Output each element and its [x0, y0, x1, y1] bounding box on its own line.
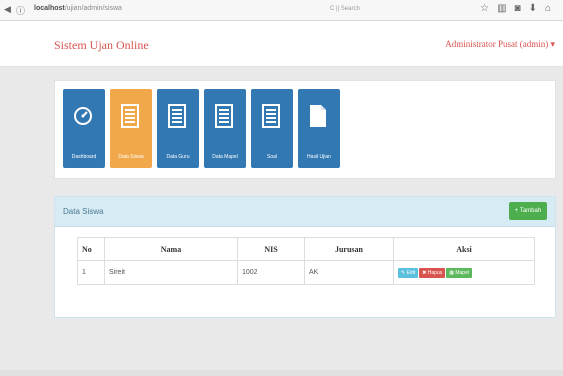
file-icon	[310, 105, 326, 127]
bookmark-star-icon[interactable]: ☆	[480, 3, 497, 14]
gauge-icon	[74, 107, 92, 125]
tile-dashboard[interactable]: Dashboard	[63, 89, 105, 168]
cell-nis: 1002	[237, 260, 305, 285]
panel-heading: Data Siswa + Tambah	[55, 197, 555, 227]
search-placeholder: Search	[340, 6, 360, 12]
list-icon	[215, 104, 233, 128]
browser-search-input[interactable]: C || Search	[330, 4, 450, 15]
app-title[interactable]: Sistem Ujan Online	[54, 38, 149, 53]
siswa-table: No Nama NIS Jurusan Aksi 1 Sireit 1002 A…	[77, 237, 535, 285]
browser-toolbar: ◀ ⓘ localhost/ujian/admin/siswa C || Sea…	[0, 0, 563, 21]
list-icon	[262, 104, 280, 128]
tile-label: Dashboard	[71, 154, 97, 160]
reload-search-prefix: C ||	[330, 6, 340, 12]
url-host: localhost	[34, 5, 65, 12]
download-icon[interactable]: ⬇	[529, 3, 545, 14]
panel-title: Data Siswa	[63, 207, 104, 216]
address-bar[interactable]: localhost/ujian/admin/siswa	[34, 5, 122, 12]
site-info-icon[interactable]: ⓘ	[16, 4, 25, 17]
column-header-nama: Nama	[104, 237, 238, 261]
tile-label: Soal	[266, 154, 277, 160]
tile-label: Hasil Ujian	[307, 154, 331, 160]
tile-data-mapel[interactable]: Data Mapel	[204, 89, 246, 168]
library-icon[interactable]: ▥	[497, 3, 514, 14]
pocket-icon[interactable]: ◙	[515, 3, 529, 14]
back-icon[interactable]: ◀	[4, 4, 11, 15]
cell-jurusan: AK	[304, 260, 394, 285]
column-header-aksi: Aksi	[393, 237, 535, 261]
page-footer	[0, 370, 563, 376]
tile-hasil-ujian[interactable]: Hasil Ujian	[298, 89, 340, 168]
tile-label: Data Mapel	[212, 154, 238, 160]
tile-data-guru[interactable]: Data Guru	[157, 89, 199, 168]
url-path: /ujian/admin/siswa	[64, 5, 122, 12]
data-siswa-panel: Data Siswa + Tambah No Nama NIS Jurusan …	[54, 196, 556, 318]
column-header-no: No	[77, 237, 105, 261]
delete-button[interactable]: ✖ Hapus	[419, 267, 446, 278]
edit-button[interactable]: ✎ Edit	[398, 267, 419, 278]
cell-aksi: ✎ Edit ✖ Hapus ▦ Mapel	[393, 260, 535, 285]
table-header-row: No Nama NIS Jurusan Aksi	[77, 237, 535, 261]
list-icon	[121, 104, 139, 128]
column-header-nis: NIS	[237, 237, 305, 261]
tile-soal[interactable]: Soal	[251, 89, 293, 168]
cell-nama: Sireit	[104, 260, 238, 285]
user-menu[interactable]: Administrator Pusat (admin) ▾	[445, 39, 555, 50]
tile-label: Data Guru	[166, 154, 190, 160]
tile-label: Data Siswa	[118, 154, 144, 160]
browser-toolbar-icons: ☆▥◙⬇⌂	[480, 3, 559, 14]
cell-no: 1	[77, 260, 105, 285]
column-header-jurusan: Jurusan	[304, 237, 394, 261]
mapel-button[interactable]: ▦ Mapel	[446, 267, 472, 278]
action-buttons: ✎ Edit ✖ Hapus ▦ Mapel	[398, 267, 472, 278]
list-icon	[168, 104, 186, 128]
nav-tiles-panel: Dashboard Data Siswa Data Guru Data Mape…	[54, 80, 556, 179]
table-row: 1 Sireit 1002 AK ✎ Edit ✖ Hapus ▦ Mapel	[77, 260, 535, 285]
add-button[interactable]: + Tambah	[509, 202, 547, 220]
home-icon[interactable]: ⌂	[545, 3, 559, 14]
app-header: Sistem Ujan Online Administrator Pusat (…	[0, 21, 563, 67]
tile-data-siswa[interactable]: Data Siswa	[110, 89, 152, 168]
